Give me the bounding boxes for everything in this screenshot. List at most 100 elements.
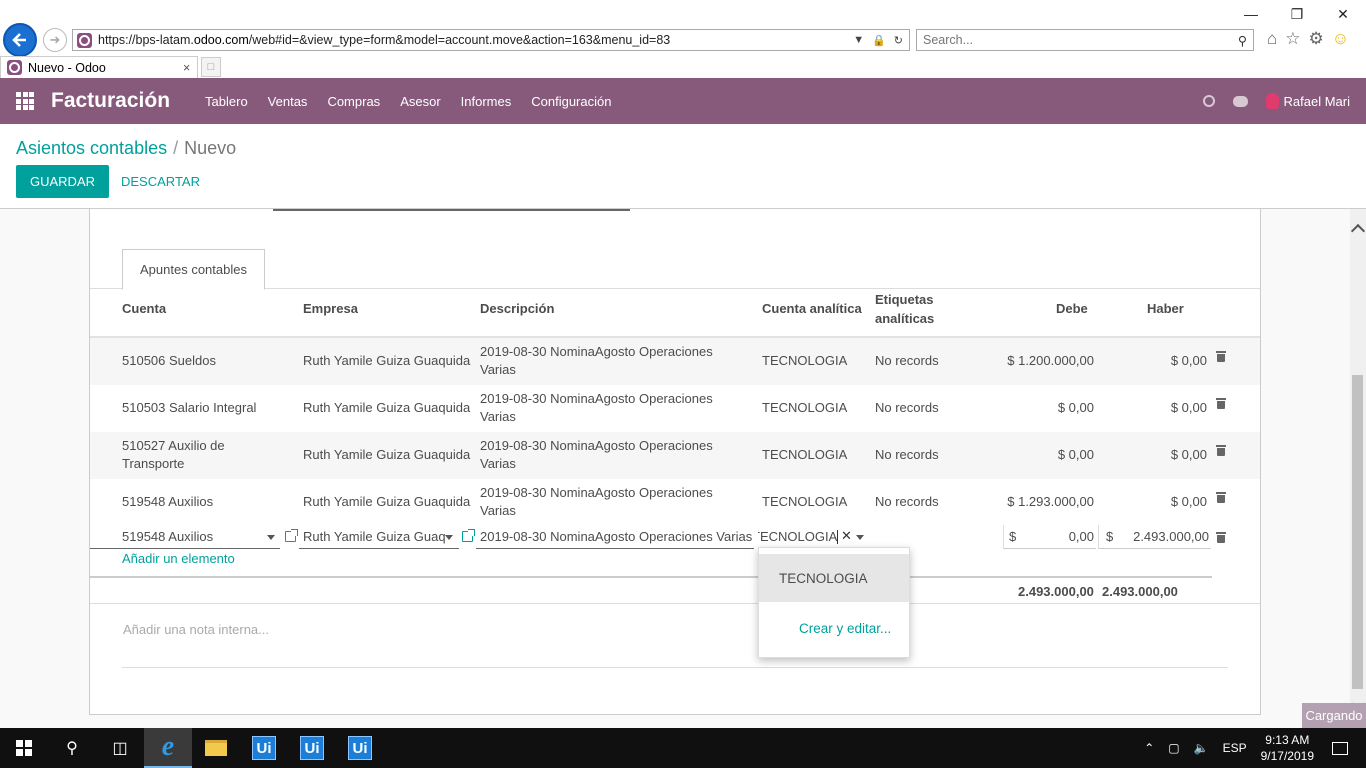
caret-down-icon[interactable] (267, 535, 275, 540)
uipath-icon[interactable]: Ui (336, 728, 384, 768)
volume-icon[interactable]: 🔈 (1194, 741, 1209, 755)
new-tab-button[interactable]: □ (201, 57, 221, 77)
trash-icon[interactable] (1216, 445, 1226, 456)
messages-chat-icon[interactable] (1232, 95, 1248, 107)
address-bar[interactable]: https://bps-latam.odoo.com/web#id=&view_… (72, 29, 910, 51)
field-underline (273, 209, 630, 211)
header-cuenta[interactable]: Cuenta (122, 301, 166, 316)
tab-apuntes-contables[interactable]: Apuntes contables (122, 249, 265, 290)
header-debe[interactable]: Debe (1056, 301, 1088, 316)
caret-down-icon[interactable] (445, 535, 453, 540)
trash-icon[interactable] (1216, 351, 1226, 362)
discard-button[interactable]: DESCARTAR (121, 165, 200, 198)
search-icon[interactable]: ⚲ (1238, 33, 1247, 48)
scroll-up-icon[interactable] (1350, 223, 1366, 239)
vertical-scrollbar[interactable] (1350, 209, 1366, 728)
loading-indicator: Cargando (1302, 703, 1366, 728)
menu-ventas[interactable]: Ventas (268, 94, 308, 109)
search-icon[interactable]: ⚲ (48, 728, 96, 768)
activity-clock-icon[interactable] (1202, 95, 1215, 107)
analytic-account-dropdown: TECNOLOGIA Crear y editar... (758, 547, 910, 658)
menu-compras[interactable]: Compras (327, 94, 380, 109)
menu-informes[interactable]: Informes (461, 94, 512, 109)
clear-icon[interactable]: ✕ (841, 528, 852, 544)
close-window-icon[interactable]: ✕ (1320, 0, 1366, 28)
avatar (1265, 93, 1279, 109)
form-sheet: Apuntes contables Cuenta Empresa Descrip… (89, 209, 1261, 715)
table-row[interactable]: 510506 Sueldos Ruth Yamile Guiza Guaquid… (90, 338, 1260, 385)
back-arrow-icon (12, 33, 26, 47)
control-panel: Asientos contables / Nuevo GUARDAR DESCA… (0, 124, 1366, 209)
clock[interactable]: 9:13 AM 9/17/2019 (1261, 732, 1314, 764)
external-link-icon[interactable] (285, 529, 298, 542)
browser-tab[interactable]: Nuevo - Odoo × (0, 56, 198, 78)
smiley-icon[interactable]: ☺ (1332, 29, 1349, 49)
lock-icon: 🔒 (872, 34, 886, 47)
header-haber[interactable]: Haber (1147, 301, 1184, 316)
search-input[interactable] (923, 33, 1238, 47)
url-text[interactable]: https://bps-latam.odoo.com/web#id=&view_… (98, 33, 853, 47)
dropdown-option-tecnologia[interactable]: TECNOLOGIA (759, 554, 909, 602)
caret-down-icon[interactable] (856, 535, 864, 540)
windows-taskbar: ⚲ ◫ e Ui Ui Ui ⌃ ▢ 🔈 ESP 9:13 AM 9/17/20… (0, 728, 1366, 768)
create-and-edit-option[interactable]: Crear y editar... (759, 604, 909, 652)
save-button[interactable]: GUARDAR (16, 165, 110, 198)
header-etiquetas-2: analíticas (875, 311, 935, 326)
total-haber: 2.493.000,00 (1102, 584, 1178, 599)
internet-explorer-icon[interactable]: e (144, 728, 192, 768)
browser-chrome: — ❐ ✕ ➜ https://bps-latam.odoo.com/web#i… (0, 0, 1366, 78)
start-button[interactable] (0, 728, 48, 768)
forward-button[interactable]: ➜ (43, 28, 67, 52)
trash-icon[interactable] (1216, 492, 1226, 503)
header-empresa[interactable]: Empresa (303, 301, 358, 316)
language-indicator[interactable]: ESP (1223, 741, 1247, 755)
tab-close-icon[interactable]: × (183, 61, 197, 75)
menu-configuracion[interactable]: Configuración (531, 94, 611, 109)
breadcrumb-separator: / (173, 138, 179, 158)
breadcrumb-current: Nuevo (184, 138, 237, 158)
home-icon[interactable]: ⌂ (1267, 29, 1277, 49)
descripcion-input[interactable]: 2019-08-30 NominaAgosto Operaciones Vari… (476, 525, 754, 549)
task-view-icon[interactable]: ◫ (96, 728, 144, 768)
form-content: Apuntes contables Cuenta Empresa Descrip… (0, 209, 1350, 728)
refresh-icon[interactable]: ↻ (894, 34, 903, 47)
apps-grid-icon[interactable] (16, 92, 34, 110)
chevron-up-icon[interactable]: ⌃ (1144, 741, 1154, 755)
network-icon[interactable]: ▢ (1168, 741, 1179, 755)
cuenta-input[interactable]: 519548 Auxilios (90, 525, 280, 549)
trash-icon[interactable] (1216, 532, 1226, 543)
table-row[interactable]: 510503 Salario Integral Ruth Yamile Guiz… (90, 385, 1260, 432)
header-etiquetas[interactable]: Etiquetas (875, 292, 934, 307)
menu-asesor[interactable]: Asesor (400, 94, 440, 109)
browser-search[interactable]: ⚲ (916, 29, 1254, 51)
file-explorer-icon[interactable] (192, 728, 240, 768)
trash-icon[interactable] (1216, 398, 1226, 409)
dropdown-icon[interactable]: ▼ (853, 34, 864, 47)
breadcrumb-asientos[interactable]: Asientos contables (16, 138, 167, 159)
restore-icon[interactable]: ❐ (1274, 0, 1320, 28)
scroll-thumb[interactable] (1352, 375, 1363, 689)
editing-row[interactable]: 519548 Auxilios Ruth Yamile Guiza Guaq 2… (90, 525, 1260, 549)
notifications-icon[interactable] (1332, 741, 1348, 755)
favorites-star-icon[interactable]: ☆ (1285, 29, 1300, 49)
debe-input[interactable]: $ 0,00 (1003, 525, 1096, 549)
table-row[interactable]: 510527 Auxilio de Transporte Ruth Yamile… (90, 432, 1260, 479)
uipath-icon[interactable]: Ui (288, 728, 336, 768)
back-button[interactable] (3, 23, 37, 57)
menu-tablero[interactable]: Tablero (205, 94, 248, 109)
internal-note-field[interactable]: Añadir una nota interna... (123, 622, 269, 637)
haber-input[interactable]: $ 2.493.000,00 (1098, 525, 1211, 549)
minimize-icon[interactable]: — (1228, 0, 1274, 28)
header-descripcion[interactable]: Descripción (480, 301, 554, 316)
windows-logo-icon (16, 740, 32, 756)
add-line-link[interactable]: Añadir un elemento (122, 551, 235, 566)
uipath-icon[interactable]: Ui (240, 728, 288, 768)
user-menu[interactable]: Rafael Mari (1265, 93, 1350, 109)
table-row[interactable]: 519548 Auxilios Ruth Yamile Guiza Guaqui… (90, 479, 1260, 526)
empresa-input[interactable]: Ruth Yamile Guiza Guaq (299, 525, 459, 549)
header-cuenta-analitica[interactable]: Cuenta analítica (762, 301, 862, 316)
settings-gear-icon[interactable]: ⚙ (1309, 29, 1324, 49)
external-link-icon[interactable] (462, 529, 475, 542)
window-controls: — ❐ ✕ (1228, 0, 1366, 28)
odoo-favicon-icon (7, 60, 22, 75)
